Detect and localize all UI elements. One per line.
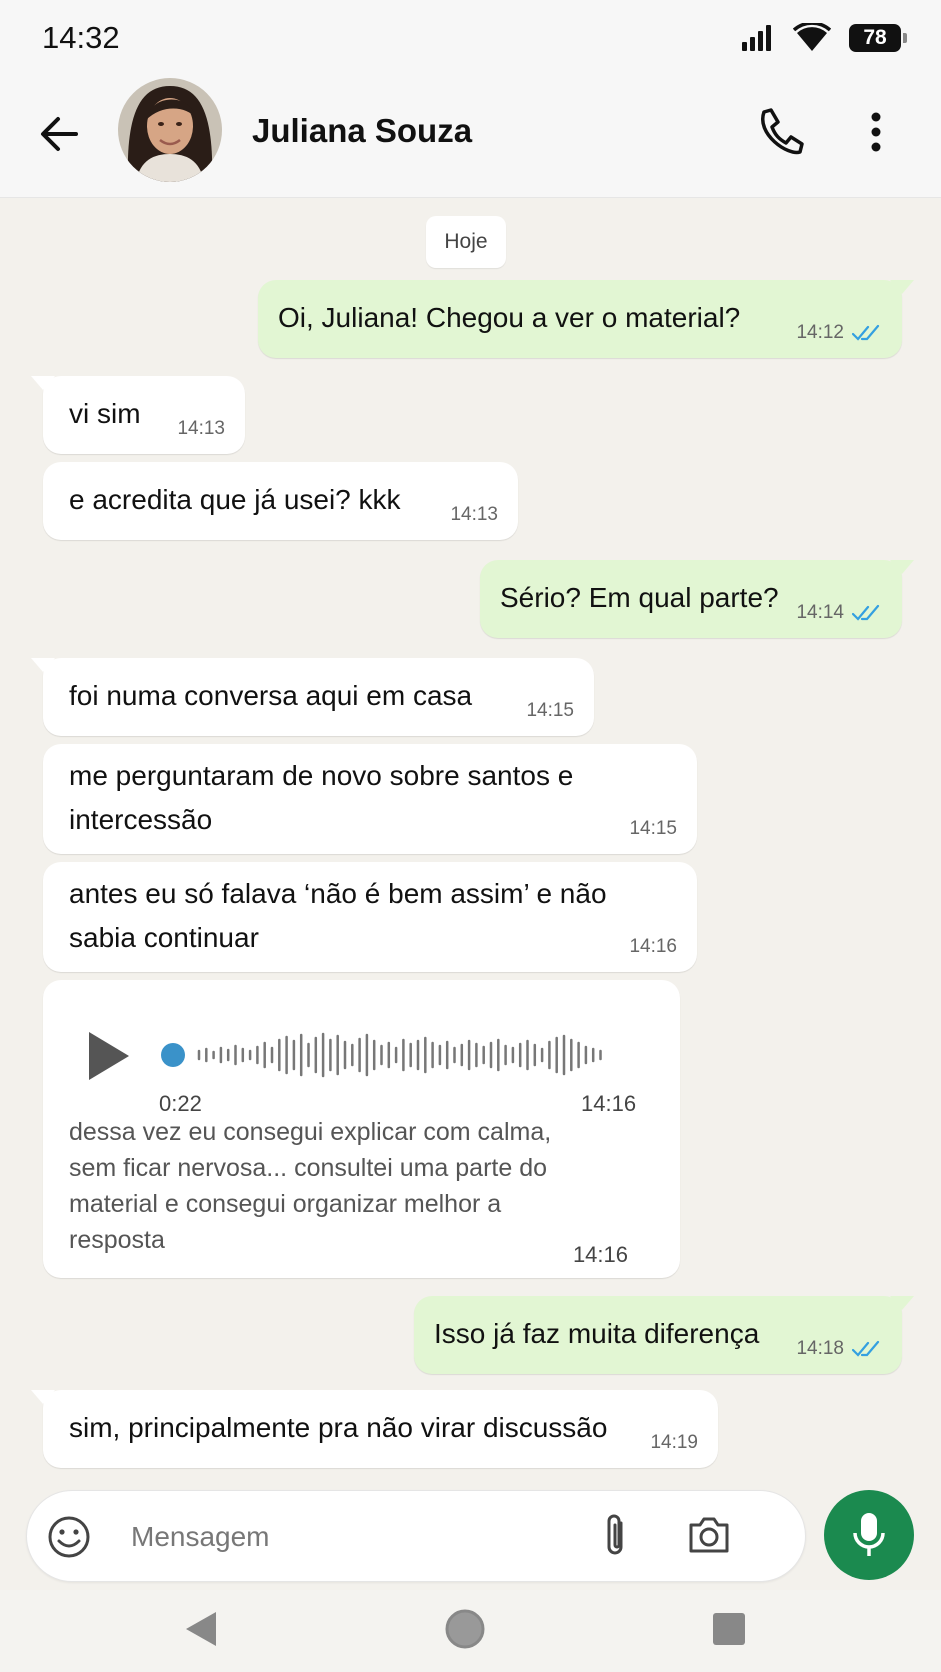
message-time: 14:15 [526,700,574,721]
more-options-icon[interactable] [858,104,894,160]
message-incoming[interactable]: sim, principalmente pra não virar discus… [31,1390,718,1468]
message-text: Sério? Em qual parte? [500,582,779,613]
message-input-container [26,1490,806,1582]
wifi-icon [793,23,831,51]
chat-header: Juliana Souza [0,78,941,198]
message-outgoing[interactable]: Oi, Juliana! Chegou a ver o material? 14… [258,280,914,358]
system-nav-bar [0,1590,941,1672]
message-outgoing[interactable]: Isso já faz muita diferença 14:18 [414,1296,914,1374]
message-text-line-2: intercessão [69,804,213,835]
message-time: 14:16 [629,936,677,957]
nav-recents-icon[interactable] [712,1612,746,1646]
message-incoming[interactable]: foi numa conversa aqui em casa 14:15 [31,658,594,736]
message-meta: 14:13 [450,504,498,526]
message-meta: 14:18 [796,1338,882,1360]
nav-back-icon[interactable] [184,1610,218,1648]
message-incoming[interactable]: me perguntaram de novo sobre santos e in… [43,744,697,854]
message-incoming[interactable]: e acredita que já usei? kkk 14:13 [43,462,518,540]
battery-icon: 78 [849,24,907,52]
message-time: 14:18 [796,1338,844,1359]
camera-icon[interactable] [687,1515,731,1555]
message-time: 14:14 [796,602,844,623]
voice-transcript: dessa vez eu consegui explicar com calma… [69,1118,552,1254]
message-meta: 14:15 [526,700,574,722]
message-list[interactable]: Hoje Oi, Juliana! Chegou a ver o materia… [0,198,941,1488]
message-text: sim, principalmente pra não virar discus… [69,1412,608,1443]
voice-duration: 0:22 [159,1091,202,1116]
message-time: 14:13 [177,418,225,439]
read-receipt-icon [852,1340,880,1357]
message-meta: 14:14 [796,602,882,624]
voice-message[interactable]: 0:22 14:16 dessa vez eu consegui explica… [43,980,680,1278]
voice-waveform[interactable] [159,1028,649,1082]
status-bar: 14:32 78 [0,0,941,78]
microphone-icon [853,1513,885,1556]
status-time: 14:32 [42,20,120,55]
read-receipt-icon [852,324,880,341]
voice-record-button[interactable] [824,1490,914,1580]
message-incoming[interactable]: vi sim 14:13 [31,376,245,454]
message-text-line-2: sabia continuar [69,922,259,953]
phone-call-icon[interactable] [752,104,808,160]
contact-avatar[interactable] [118,78,222,182]
message-text: Isso já faz muita diferença [434,1318,760,1349]
message-meta: 14:13 [177,418,225,440]
message-meta: 14:16 [629,936,677,958]
message-text: Oi, Juliana! Chegou a ver o material? [278,302,741,333]
composer [0,1488,941,1590]
message-incoming[interactable]: antes eu só falava ‘não é bem assim’ e n… [43,862,697,972]
emoji-icon[interactable] [47,1515,91,1559]
message-text-line-1: antes eu só falava ‘não é bem assim’ e n… [69,878,607,909]
back-arrow-icon[interactable] [36,110,84,158]
voice-time: 14:16 [581,1091,637,1116]
message-input[interactable] [131,1515,551,1559]
message-time: 14:12 [796,322,844,343]
nav-home-icon[interactable] [444,1608,486,1650]
message-outgoing[interactable]: Sério? Em qual parte? 14:14 [480,560,914,638]
message-text-line-1: me perguntaram de novo sobre santos e [69,760,574,791]
message-time: 14:13 [450,504,498,525]
play-icon[interactable] [87,1030,131,1082]
message-meta: 14:15 [629,818,677,840]
attach-icon[interactable] [601,1513,631,1561]
signal-icon [742,25,771,51]
message-meta: 14:16 [573,1244,628,1266]
message-text: e acredita que já usei? kkk [69,484,401,515]
playback-position-handle[interactable] [161,1043,185,1067]
contact-name[interactable]: Juliana Souza [252,112,472,150]
date-chip: Hoje [426,216,506,268]
message-time: 14:15 [629,818,677,839]
message-text: foi numa conversa aqui em casa [69,680,473,711]
status-icons: 78 [741,20,907,56]
chat-screen: 14:32 78 Juliana Souza Hoje Oi, Juliana!… [0,0,941,1672]
message-time: 14:19 [650,1432,698,1453]
read-receipt-icon [852,604,880,621]
message-text: vi sim [69,398,141,429]
message-meta: 14:19 [650,1432,698,1454]
message-meta: 14:12 [796,322,882,344]
message-time: 14:16 [572,1242,628,1267]
